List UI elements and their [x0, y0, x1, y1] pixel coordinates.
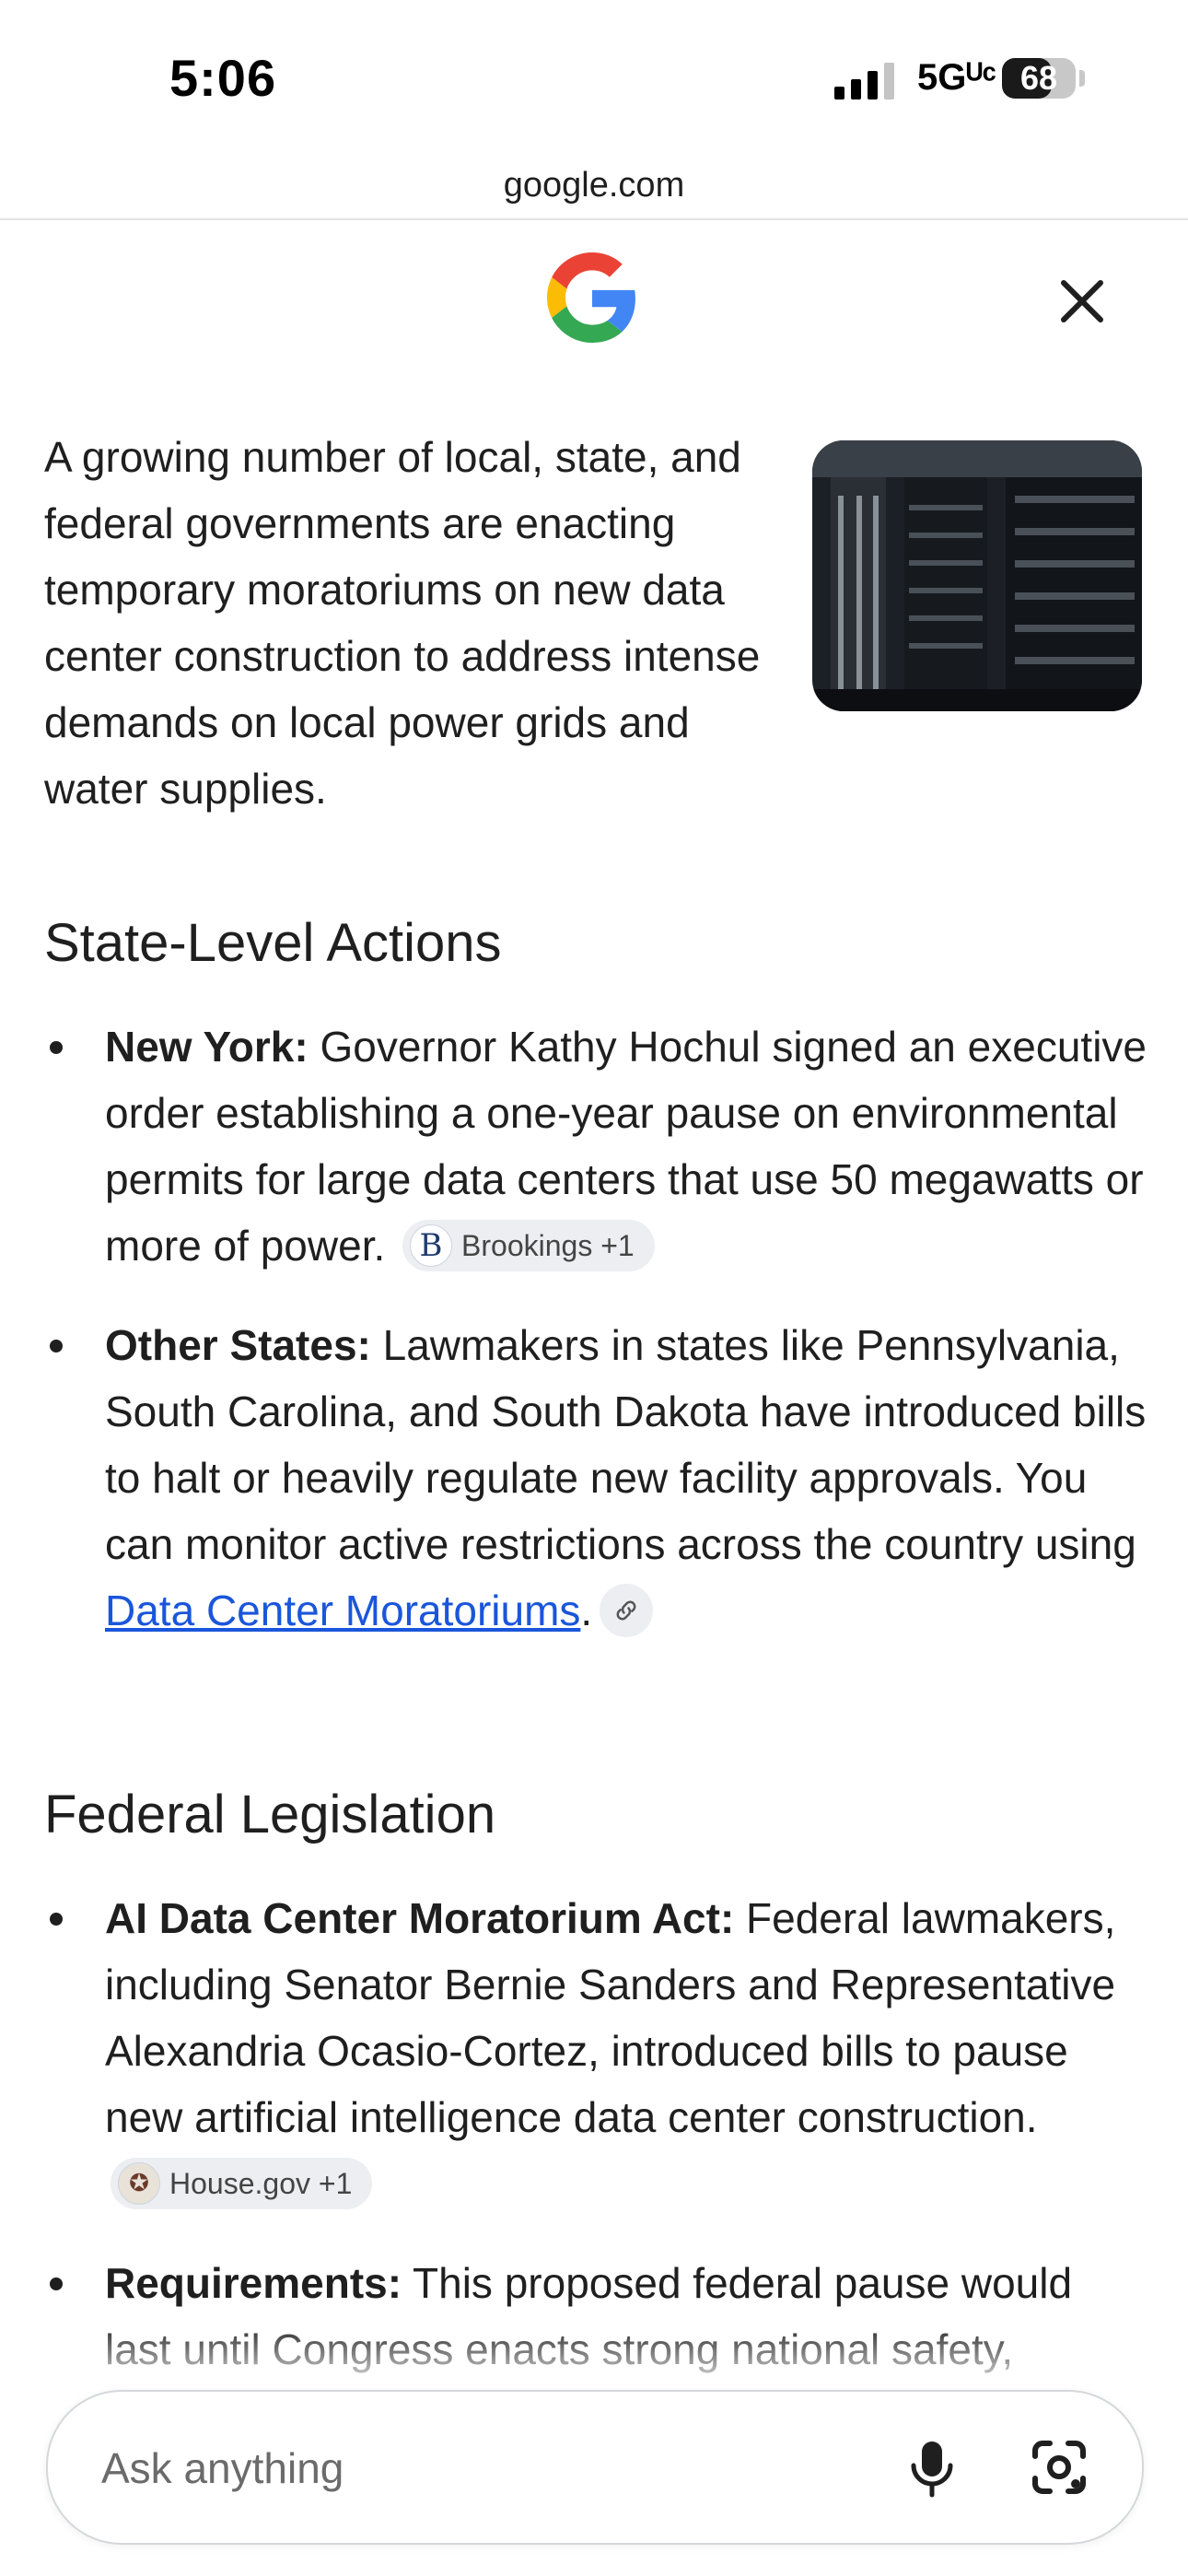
network-type: 5Gᵁᶜ	[917, 57, 996, 98]
item-text-end: .	[580, 1587, 593, 1634]
signal-icon	[834, 63, 894, 100]
server-rack-image[interactable]	[812, 440, 1142, 711]
close-icon[interactable]	[1050, 269, 1114, 334]
url-bar[interactable]: google.com	[0, 152, 1188, 218]
item-label: AI Data Center Moratorium Act:	[105, 1894, 735, 1942]
battery-icon: 68	[1002, 58, 1076, 99]
item-label: New York:	[105, 1023, 309, 1071]
header-divider	[0, 218, 1188, 220]
chip-label: House.gov +1	[169, 2166, 353, 2200]
item-label: Other States:	[105, 1321, 371, 1369]
house-seal-icon: ✪	[118, 2161, 160, 2205]
ask-bar	[46, 2390, 1144, 2545]
data-center-moratoriums-link[interactable]: Data Center Moratoriums	[105, 1587, 580, 1634]
battery-percent: 68	[1019, 59, 1058, 97]
list-item: New York: Governor Kathy Hochul signed a…	[44, 1013, 1149, 1279]
item-label: Requirements:	[105, 2259, 402, 2307]
list-item: Other States: Lawmakers in states like P…	[44, 1312, 1149, 1644]
source-chip-brookings[interactable]: B Brookings +1	[402, 1219, 655, 1271]
microphone-icon[interactable]	[895, 2430, 969, 2504]
status-time: 5:06	[169, 49, 277, 107]
list-item: AI Data Center Moratorium Act: Federal l…	[44, 1885, 1149, 2217]
chip-label: Brookings +1	[461, 1228, 635, 1262]
ask-input[interactable]	[99, 2429, 840, 2508]
brookings-logo-icon: B	[410, 1224, 453, 1267]
status-bar: 5:06 5Gᵁᶜ 68	[0, 0, 1188, 152]
section-heading-state: State-Level Actions	[44, 913, 502, 973]
battery-nub	[1079, 70, 1085, 87]
source-chip-house-gov[interactable]: ✪ House.gov +1	[111, 2157, 373, 2209]
state-actions-list: New York: Governor Kathy Hochul signed a…	[44, 1013, 1149, 1677]
section-heading-federal: Federal Legislation	[44, 1785, 496, 1844]
google-g-logo	[547, 252, 635, 343]
intro-text: A growing number of local, state, and fe…	[44, 433, 761, 813]
link-icon[interactable]	[600, 1583, 654, 1637]
camera-lens-icon[interactable]	[1022, 2430, 1096, 2504]
